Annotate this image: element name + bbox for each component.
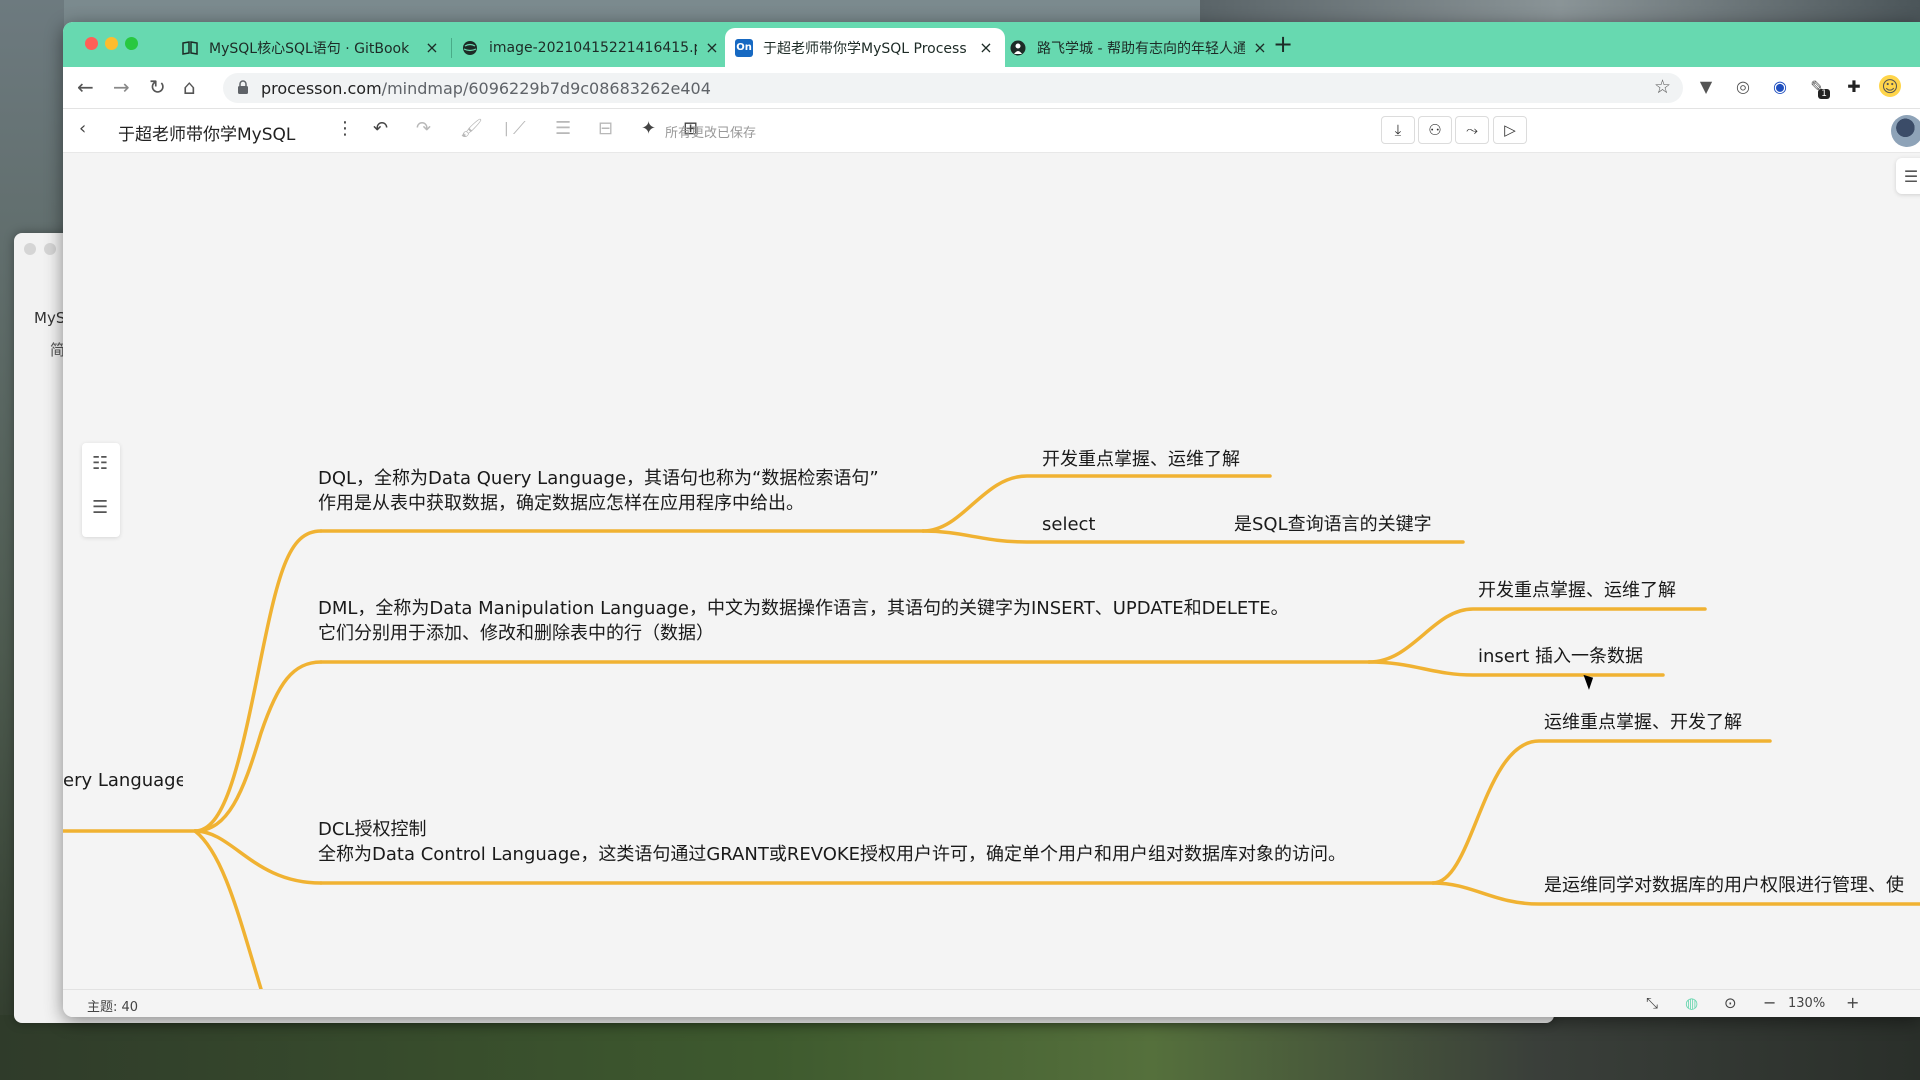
tab-title: 路飞学城 - 帮助有志向的年轻人通 — [1037, 40, 1245, 57]
topic-dql-line1: DQL，全称为Data Query Language，其语句也称为“数据检索语句… — [318, 468, 879, 489]
desktop-background-top — [1200, 0, 1920, 22]
globe-icon — [461, 39, 479, 57]
tab-gitbook[interactable]: MySQL核心SQL语句 · GitBook × — [171, 28, 451, 67]
user-avatar[interactable] — [1891, 115, 1920, 147]
right-panel-toggle-icon[interactable]: ☰ — [1896, 158, 1920, 194]
window-dot — [44, 243, 56, 255]
extension-badge-icon[interactable]: ✎ 1 — [1806, 75, 1830, 99]
minimize-window-button[interactable] — [105, 37, 118, 50]
back-arrow-icon[interactable]: ← — [77, 75, 94, 99]
topic-dcl-line2: 全称为Data Control Language，这类语句通过GRANT或REV… — [318, 844, 1347, 865]
tab-bar: MySQL核心SQL语句 · GitBook × image-202104152… — [63, 22, 1920, 67]
download-icon[interactable]: ⤓ — [1381, 116, 1415, 144]
topic-count: 主题: 40 — [87, 1000, 139, 1015]
extension-compass-icon[interactable]: ◉ — [1769, 75, 1791, 97]
subtopic-dml-insert[interactable]: insert 插入一条数据 — [1478, 644, 1643, 669]
back-chevron-icon[interactable]: ‹ — [79, 118, 86, 139]
link-root-dql — [193, 529, 323, 833]
root-topic[interactable]: ery Language — [63, 768, 183, 793]
insert-summary-icon[interactable]: ⊟ — [598, 118, 613, 139]
collaborate-icon[interactable]: ⚇ — [1418, 116, 1452, 144]
profile-avatar-icon[interactable]: ☺ — [1879, 75, 1901, 97]
book-icon — [181, 39, 199, 57]
document-title[interactable]: 于超老师带你学MySQL — [118, 120, 295, 145]
topic-dml[interactable]: DML，全称为Data Manipulation Language，中文为数据操… — [318, 596, 1289, 646]
tab-processon-active[interactable]: On 于超老师带你学MySQL Process × — [725, 28, 1005, 67]
mindmap-canvas[interactable]: ery Language DQL，全称为Data Query Language，… — [63, 153, 1920, 989]
subtopic-dml-1[interactable]: 开发重点掌握、运维了解 — [1478, 578, 1676, 603]
location-pin-icon[interactable]: ⊙ — [1724, 994, 1737, 1012]
url-text: processon.com/mindmap/6096229b7d9c086832… — [261, 79, 711, 98]
lufei-logo-icon — [1009, 39, 1027, 57]
tab-lufei[interactable]: 路飞学城 - 帮助有志向的年轻人通 × — [999, 28, 1279, 67]
subtopic-dql-select[interactable]: select — [1042, 512, 1095, 537]
lock-icon — [238, 80, 248, 94]
status-bar: 主题: 40 ⤡ ◍ ⊙ − 130% + — [63, 989, 1920, 1017]
topic-dcl-line1: DCL授权控制 — [318, 819, 427, 840]
tab-title: image-20210415221416415.pn — [489, 39, 697, 56]
tab-close-icon[interactable]: × — [1251, 38, 1269, 57]
undo-icon[interactable]: ↶ — [373, 118, 388, 139]
menu-lines-icon[interactable]: ☰ — [92, 497, 108, 518]
subtopic-dcl-1[interactable]: 运维重点掌握、开发了解 — [1544, 710, 1742, 735]
insert-subtopic-icon[interactable]: ☰ — [555, 118, 571, 139]
redo-icon[interactable]: ↷ — [416, 118, 431, 139]
extension-circle-icon[interactable]: ◎ — [1732, 75, 1754, 97]
tab-close-icon[interactable]: × — [703, 38, 721, 57]
on-logo-icon: On — [735, 38, 753, 57]
link-dql-child1 — [921, 474, 1272, 533]
omnibox[interactable]: processon.com/mindmap/6096229b7d9c086832… — [223, 73, 1683, 103]
link-root-dml — [193, 660, 323, 833]
topic-dcl[interactable]: DCL授权控制 全称为Data Control Language，这类语句通过G… — [318, 817, 1346, 867]
new-tab-button[interactable]: + — [1273, 30, 1293, 58]
tab-image[interactable]: image-20210415221416415.pn × — [451, 28, 731, 67]
topic-dql-line2: 作用是从表中获取数据，确定数据应怎样在应用程序中给出。 — [318, 493, 804, 514]
topic-dql[interactable]: DQL，全称为Data Query Language，其语句也称为“数据检索语句… — [318, 466, 879, 516]
puzzle-extensions-icon[interactable]: ✚ — [1843, 75, 1865, 97]
link-dcl-child1 — [1431, 739, 1772, 885]
desktop-background-bottom — [0, 1015, 1920, 1080]
subtopic-dql-select-note[interactable]: 是SQL查询语言的关键字 — [1234, 512, 1432, 537]
forward-arrow-icon[interactable]: → — [113, 75, 130, 99]
outline-panel: ☷ ☰ — [82, 443, 120, 537]
zoom-in-button[interactable]: + — [1846, 993, 1859, 1012]
topic-dml-line2: 它们分别用于添加、修改和删除表中的行（数据） — [318, 623, 714, 644]
divider: | — [504, 121, 509, 137]
subtopic-dcl-2[interactable]: 是运维同学对数据库的用户权限进行管理、使 — [1544, 873, 1920, 898]
zoom-out-button[interactable]: − — [1763, 993, 1776, 1012]
tab-title: MySQL核心SQL语句 · GitBook — [209, 40, 410, 57]
tab-title: 于超老师带你学MySQL Process — [763, 40, 967, 57]
url-domain: processon.com — [261, 79, 382, 98]
extension-badge-count: 1 — [1818, 89, 1830, 99]
window-dot — [24, 243, 36, 255]
save-status: 所有更改已保存 — [665, 126, 757, 141]
link-root-next — [193, 829, 263, 989]
subtopic-dql-1[interactable]: 开发重点掌握、运维了解 — [1042, 447, 1240, 472]
pen-icon[interactable]: ⟋ — [513, 118, 526, 139]
browser-window: MySQL核心SQL语句 · GitBook × image-202104152… — [63, 22, 1920, 1017]
topic-dml-line1: DML，全称为Data Manipulation Language，中文为数据操… — [318, 598, 1289, 619]
tab-close-icon[interactable]: × — [423, 38, 441, 57]
present-play-icon[interactable]: ▷ — [1493, 116, 1527, 144]
bookmark-star-icon[interactable]: ☆ — [1654, 76, 1671, 98]
tab-close-icon[interactable]: × — [977, 38, 995, 57]
fit-screen-icon[interactable]: ⤡ — [1646, 994, 1658, 1012]
share-icon[interactable]: ⤳ — [1455, 116, 1489, 144]
close-window-button[interactable] — [85, 37, 98, 50]
extension-v-icon[interactable]: ▼ — [1695, 75, 1717, 97]
background-window-title: MyS — [34, 309, 66, 327]
editor-toolbar: ‹ 于超老师带你学MySQL ⋮ ↶ ↷ 🖌 | ⟋ ☰ ⊟ ✦ ⊞ 所有更改已… — [63, 109, 1920, 153]
outline-list-icon[interactable]: ☷ — [92, 453, 108, 474]
address-toolbar: ← → ↻ ⌂ processon.com/mindmap/6096229b7d… — [63, 67, 1920, 109]
zoom-window-button[interactable] — [125, 37, 138, 50]
zoom-level[interactable]: 130% — [1788, 996, 1825, 1011]
magic-wand-icon[interactable]: ✦ — [641, 118, 656, 139]
more-vertical-icon[interactable]: ⋮ — [336, 118, 354, 139]
url-path: /mindmap/6096229b7d9c08683262e404 — [381, 79, 711, 98]
home-icon[interactable]: ⌂ — [183, 75, 196, 99]
format-painter-icon[interactable]: 🖌 — [460, 118, 483, 139]
view-mode-icon[interactable]: ◍ — [1685, 994, 1698, 1012]
reload-icon[interactable]: ↻ — [149, 75, 166, 99]
